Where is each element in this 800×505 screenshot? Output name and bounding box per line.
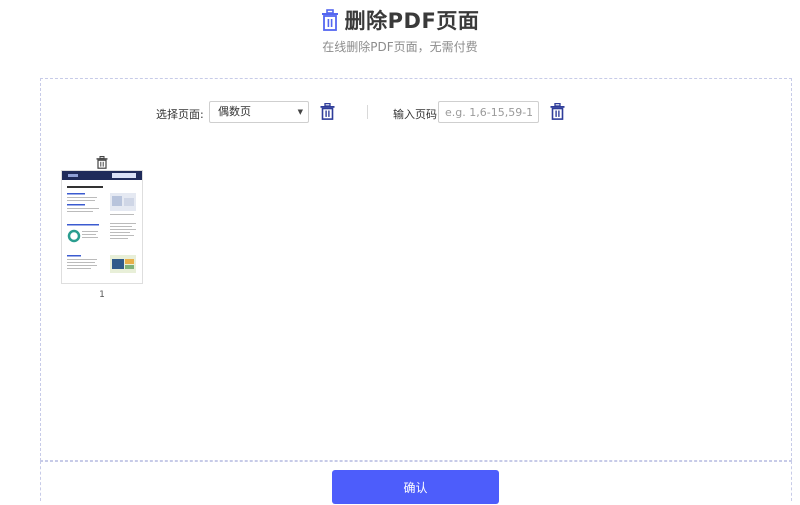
footer-border-right: [791, 461, 792, 501]
trash-icon: [96, 156, 108, 169]
page-number-input[interactable]: [438, 101, 539, 123]
footer-divider: [40, 461, 792, 462]
page-selection-dropdown[interactable]: 偶数页 ▼: [209, 101, 309, 123]
select-pages-label: 选择页面:: [156, 108, 204, 121]
confirm-button[interactable]: 确认: [332, 470, 499, 504]
page-number: 1: [99, 290, 105, 300]
page-thumbnail[interactable]: [61, 170, 143, 284]
page-title: 删除PDF页面: [344, 9, 480, 33]
trash-icon: [550, 102, 565, 120]
page-subtitle: 在线删除PDF页面，无需付费: [322, 40, 478, 54]
workspace-area: [40, 78, 792, 461]
title-row: 删除PDF页面: [0, 5, 800, 33]
trash-icon: [320, 102, 335, 120]
dropdown-arrow-icon: ▼: [297, 108, 303, 116]
toolbar-divider: [367, 105, 368, 119]
footer-border-left: [40, 461, 41, 501]
page-header: 删除PDF页面 在线删除PDF页面，无需付费: [0, 0, 800, 70]
page-number-label: 输入页码:: [393, 108, 441, 121]
delete-selected-button[interactable]: [320, 102, 336, 121]
page-selection-value: 偶数页: [218, 105, 251, 118]
delete-entered-pages-button[interactable]: [550, 102, 566, 121]
page-preview-image: [62, 171, 142, 273]
trash-icon: [321, 9, 339, 31]
